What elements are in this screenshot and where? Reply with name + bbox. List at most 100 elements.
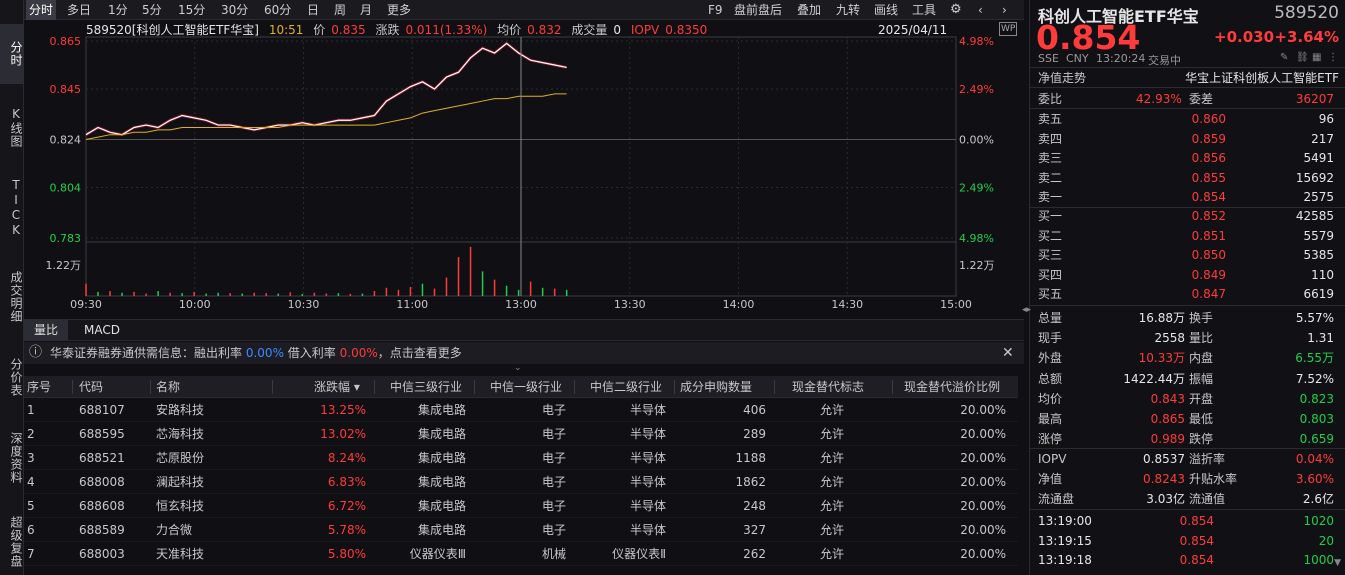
nav-kline[interactable]: K线图 — [0, 98, 24, 156]
ask-level-row[interactable]: 卖二 0.855 15692 — [1036, 168, 1340, 188]
table-row[interactable]: 1 688107 安路科技 13.25% 集成电路 电子 半导体 406 允许 20.00% — [24, 398, 1018, 422]
nav-tick[interactable]: TICK — [0, 168, 24, 248]
table-header: 序号 代码 名称 涨跌幅 ▾ 中信三级行业 中信一级行业 中信二级行业 成分申购… — [24, 376, 1018, 398]
level-price: 0.854 — [1191, 190, 1226, 205]
ask-level-row[interactable]: 卖三 0.856 5491 — [1036, 148, 1340, 168]
tab-week[interactable]: 周 — [334, 0, 346, 20]
chevron-left-icon[interactable]: ‹ — [978, 0, 983, 20]
avg-price-line — [85, 93, 567, 140]
tick-time: 13:19:15 — [1038, 533, 1092, 548]
level-price: 0.847 — [1191, 287, 1226, 302]
tab-30min[interactable]: 30分 — [221, 0, 248, 20]
tab-more[interactable]: 更多 — [387, 0, 411, 20]
stat-row: 外盘 10.33万 内盘 6.55万 — [1036, 348, 1340, 368]
col-citic-l1[interactable]: 中信一级行业 — [490, 376, 562, 398]
table-cell: 20.00% — [960, 523, 1006, 537]
table-cell: 电子 — [541, 523, 566, 537]
tab-macd[interactable]: MACD — [74, 320, 130, 341]
pen-icon[interactable]: ✎ — [1280, 52, 1288, 63]
col-index[interactable]: 序号 — [27, 376, 51, 398]
x-tick-label: 10:30 — [288, 298, 320, 311]
table-cell: 集成电路 — [417, 475, 466, 489]
bid-level-row[interactable]: 买五 0.847 6619 — [1036, 284, 1340, 304]
bid-level-row[interactable]: 买三 0.850 5385 — [1036, 245, 1340, 265]
level-price: 0.859 — [1191, 131, 1226, 146]
bid-level-row[interactable]: 买一 0.852 42585 — [1036, 206, 1340, 226]
f9-button[interactable]: F9 — [708, 0, 723, 20]
chevron-right-icon[interactable]: › — [1002, 0, 1007, 20]
ask-level-row[interactable]: 卖四 0.859 217 — [1036, 129, 1340, 149]
nav-super-review[interactable]: 超级复盘 — [0, 508, 24, 575]
scroll-down-icon[interactable]: ▼ — [1334, 558, 1341, 568]
tab-month[interactable]: 月 — [360, 0, 372, 20]
link-icon[interactable]: ⛓ — [1296, 52, 1309, 63]
table-cell: 电子 — [541, 475, 566, 489]
col-citic-l3[interactable]: 中信三级行业 — [390, 376, 462, 398]
close-icon[interactable]: ✕ — [1002, 342, 1014, 364]
table-row[interactable]: 7 688003 天准科技 5.80% 仪器仪表Ⅲ 机械 仪器仪表Ⅱ 262 允许 20.00% — [24, 542, 1018, 566]
panel-toggle-icon[interactable]: ◂▸ — [1022, 305, 1031, 315]
tracking-index-name: 华宝上证科创板人工智能ETF — [1185, 71, 1339, 85]
level-volume: 217 — [1311, 131, 1334, 146]
table-row[interactable]: 5 688608 恒玄科技 6.72% 集成电路 电子 半导体 248 允许 20.00% — [24, 494, 1018, 518]
nav-deal-detail[interactable]: 成交明细 — [0, 258, 24, 336]
table-row[interactable]: 6 688589 力合微 5.78% 集成电路 电子 半导体 327 允许 20.00% — [24, 518, 1018, 542]
nav-fenshi[interactable]: 分时 — [0, 24, 24, 84]
x-tick-label: 14:00 — [723, 298, 755, 311]
quote-exchange: SSE — [1038, 52, 1059, 65]
col-name[interactable]: 名称 — [156, 376, 180, 398]
level-volume: 2575 — [1303, 190, 1334, 205]
table-cell: 芯原股份 — [156, 451, 205, 465]
col-sub-qty[interactable]: 成分申购数量 — [680, 376, 752, 398]
draw-line-button[interactable]: 画线 — [874, 0, 898, 20]
stat-row: IOPV 0.8537 溢折率 0.04% — [1036, 449, 1340, 469]
level-volume: 6619 — [1303, 287, 1334, 302]
stat-value: 0.04% — [1295, 452, 1334, 466]
premarket-button[interactable]: 盘前盘后 — [734, 0, 782, 20]
stat-value: 3.03亿 — [1146, 492, 1185, 507]
y-tick-label-right: 2.49% — [959, 182, 994, 195]
col-citic-l2[interactable]: 中信二级行业 — [590, 376, 662, 398]
col-cash-premium[interactable]: 现金替代溢价比例 — [904, 376, 1000, 398]
table-row[interactable]: 2 688595 芯海科技 13.02% 集成电路 电子 半导体 289 允许 20.00% — [24, 422, 1018, 446]
indicator-tabs: 量比 MACD — [24, 319, 1024, 341]
ask-level-row[interactable]: 卖五 0.860 96 — [1036, 109, 1340, 129]
table-cell: 电子 — [541, 403, 566, 417]
info-icon: ⓘ — [29, 345, 43, 360]
constituents-table: 序号 代码 名称 涨跌幅 ▾ 中信三级行业 中信一级行业 中信二级行业 成分申购… — [24, 376, 1018, 566]
tab-1min[interactable]: 1分 — [108, 0, 128, 20]
margin-notice-bar[interactable]: ⓘ 华泰证券融券通供需信息：融出利率 0.00% 借入利率 0.00%，点击查看… — [24, 342, 1024, 364]
overlay-button[interactable]: 叠加 — [797, 0, 821, 20]
grid-icon[interactable]: ▦ — [1312, 52, 1321, 63]
table-row[interactable]: 3 688521 芯原股份 8.24% 集成电路 电子 半导体 1188 允许 20.00% — [24, 446, 1018, 470]
ask-level-row[interactable]: 卖一 0.854 2575 — [1036, 187, 1340, 207]
tab-day[interactable]: 日 — [307, 0, 319, 20]
nine-turn-button[interactable]: 九转 — [836, 0, 860, 20]
tab-15min[interactable]: 15分 — [178, 0, 205, 20]
tab-60min[interactable]: 60分 — [264, 0, 291, 20]
notice-text: 华泰证券融券通供需信息：融出利率 0.00% 借入利率 0.00%，点击查看更多 — [50, 346, 462, 360]
y-tick-label: 0.865 — [50, 35, 82, 48]
bid-level-row[interactable]: 买二 0.851 5579 — [1036, 226, 1340, 246]
more-icon[interactable]: ⋮ — [1328, 52, 1338, 63]
table-cell: 688003 — [79, 547, 125, 561]
collapse-chevron-icon[interactable]: ⌄ — [514, 363, 522, 373]
col-code[interactable]: 代码 — [79, 376, 103, 398]
stat-value: 16.88万 — [1138, 311, 1185, 325]
nav-trend-link[interactable]: 净值走势 — [1038, 69, 1086, 86]
tab-5min[interactable]: 5分 — [142, 0, 162, 20]
col-cash-flag[interactable]: 现金替代标志 — [792, 376, 864, 398]
tab-multiday[interactable]: 多日 — [67, 0, 91, 20]
bid-level-row[interactable]: 买四 0.849 110 — [1036, 265, 1340, 285]
level-volume: 5385 — [1303, 248, 1334, 263]
nav-price-table[interactable]: 分价表 — [0, 346, 24, 408]
tab-fenshi[interactable]: 分时 — [26, 0, 57, 20]
y-tick-label-right: 2.49% — [959, 83, 994, 96]
tab-volume-ratio[interactable]: 量比 — [24, 320, 69, 341]
gear-icon[interactable]: ⚙ — [950, 0, 962, 20]
table-row[interactable]: 4 688008 澜起科技 6.83% 集成电路 电子 半导体 1862 允许 20.00% — [24, 470, 1018, 494]
table-cell: 688107 — [79, 403, 125, 417]
tools-button[interactable]: 工具 — [912, 0, 936, 20]
nav-depth-info[interactable]: 深度资料 — [0, 418, 24, 498]
col-change-pct[interactable]: 涨跌幅 ▾ — [314, 376, 360, 398]
